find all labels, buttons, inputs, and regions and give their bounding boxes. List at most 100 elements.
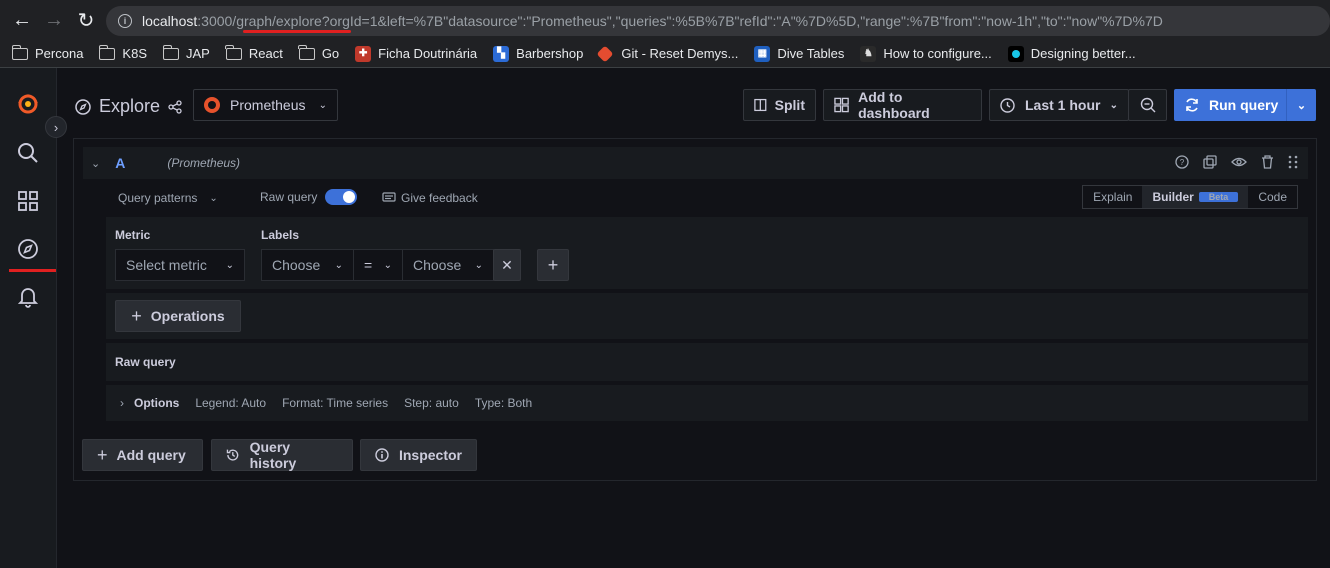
options-row[interactable]: › Options Legend: Auto Format: Time seri… bbox=[106, 385, 1308, 421]
share-icon[interactable] bbox=[168, 99, 182, 114]
back-arrow-icon[interactable]: ← bbox=[8, 6, 36, 34]
bookmark-label: React bbox=[248, 46, 283, 61]
add-label-button[interactable]: + bbox=[537, 249, 569, 281]
page-title-text: Explore bbox=[99, 96, 161, 116]
expand-menu-button[interactable]: › bbox=[45, 116, 67, 138]
browser-toolbar: ← → ↻ i localhost:3000/graph/explore ?org… bbox=[0, 0, 1330, 40]
collapse-chevron-icon[interactable]: ⌄ bbox=[91, 157, 100, 170]
raw-query-switch[interactable]: Raw query bbox=[260, 189, 358, 205]
chevron-down-icon[interactable]: ⌄ bbox=[1287, 89, 1316, 121]
url-path: graph/explore bbox=[236, 13, 322, 29]
prometheus-icon bbox=[204, 97, 220, 113]
time-range-label: Last 1 hour bbox=[1025, 97, 1101, 113]
add-query-button[interactable]: + Add query bbox=[82, 439, 203, 471]
dashboard-add-icon bbox=[834, 97, 849, 113]
plus-icon: + bbox=[131, 305, 142, 326]
give-feedback-link[interactable]: Give feedback bbox=[382, 191, 478, 205]
query-history-button[interactable]: Query history bbox=[211, 439, 353, 471]
bookmark-go[interactable]: Go bbox=[298, 44, 340, 61]
zoom-out-button[interactable] bbox=[1128, 89, 1167, 121]
dashboards-icon[interactable] bbox=[16, 189, 40, 213]
comment-icon bbox=[382, 192, 396, 202]
search-icon[interactable] bbox=[16, 141, 40, 165]
drag-handle-icon[interactable] bbox=[1288, 155, 1298, 169]
label-operator-select[interactable]: = ⌄ bbox=[353, 249, 403, 281]
editor-mode-switch: Explain Builder Beta Code bbox=[1082, 185, 1298, 209]
plus-icon: + bbox=[547, 254, 559, 275]
bookmark-jap[interactable]: JAP bbox=[162, 44, 210, 61]
annotation-underline-sidebar bbox=[9, 269, 56, 272]
folder-icon bbox=[98, 44, 116, 60]
bookmark-barbershop[interactable]: ▚ Barbershop bbox=[493, 45, 584, 62]
add-to-dashboard-button[interactable]: Add to dashboard bbox=[823, 89, 982, 121]
bookmark-label: K8S bbox=[122, 46, 147, 61]
query-patterns-button[interactable]: Query patterns ⌄ bbox=[118, 191, 218, 205]
chevron-right-icon: › bbox=[120, 396, 124, 410]
mode-builder[interactable]: Builder Beta bbox=[1142, 186, 1249, 208]
bookmark-designing[interactable]: Designing better... bbox=[1007, 45, 1136, 62]
bookmark-label: Go bbox=[321, 46, 340, 61]
mode-explain[interactable]: Explain bbox=[1083, 190, 1142, 204]
label-key-placeholder: Choose bbox=[272, 257, 321, 273]
label-key-select[interactable]: Choose ⌄ bbox=[261, 249, 354, 281]
run-query-label: Run query bbox=[1209, 97, 1279, 113]
bookmark-label: Dive Tables bbox=[777, 46, 845, 61]
folder-icon bbox=[298, 44, 315, 60]
options-title: Options bbox=[134, 396, 180, 410]
query-ref-id[interactable]: A bbox=[115, 155, 125, 171]
plus-icon: + bbox=[97, 444, 108, 465]
dive-favicon: ▦ bbox=[754, 45, 771, 62]
explore-compass-icon[interactable] bbox=[16, 237, 40, 261]
side-menu bbox=[0, 68, 57, 568]
trash-icon[interactable] bbox=[1261, 155, 1274, 169]
chevron-down-icon: ⌄ bbox=[318, 99, 327, 111]
bookmark-label: Git - Reset Demys... bbox=[621, 46, 739, 61]
bookmark-ficha[interactable]: ✚ Ficha Doutrinária bbox=[355, 45, 477, 62]
help-icon[interactable]: ? bbox=[1175, 155, 1189, 169]
split-icon bbox=[754, 98, 767, 112]
bell-icon[interactable] bbox=[16, 285, 40, 309]
label-value-select[interactable]: Choose ⌄ bbox=[402, 249, 494, 281]
forward-arrow-icon[interactable]: → bbox=[40, 6, 68, 34]
grafana-logo-icon[interactable] bbox=[16, 92, 40, 116]
chevron-down-icon: ⌄ bbox=[225, 259, 234, 271]
annotation-underline bbox=[243, 30, 351, 33]
metric-select[interactable]: Select metric ⌄ bbox=[115, 249, 245, 281]
chevron-down-icon: ⌄ bbox=[383, 259, 392, 271]
mode-builder-label: Builder bbox=[1152, 190, 1194, 204]
inspector-label: Inspector bbox=[398, 447, 462, 463]
site-info-icon[interactable]: i bbox=[118, 14, 132, 28]
remove-label-button[interactable]: ✕ bbox=[493, 249, 521, 281]
chevron-right-icon: › bbox=[53, 119, 59, 135]
url-port: :3000/ bbox=[197, 13, 237, 29]
run-query-button[interactable]: Run query ⌄ bbox=[1174, 89, 1316, 121]
ficha-favicon: ✚ bbox=[355, 45, 372, 62]
metric-placeholder: Select metric bbox=[126, 257, 207, 273]
bookmark-k8s[interactable]: K8S bbox=[98, 44, 147, 61]
history-icon bbox=[226, 449, 239, 461]
bookmark-git[interactable]: Git - Reset Demys... bbox=[596, 45, 739, 62]
svg-text:?: ? bbox=[1180, 158, 1185, 167]
datasource-picker[interactable]: Prometheus ⌄ bbox=[193, 89, 338, 121]
bookmark-label: Designing better... bbox=[1030, 46, 1136, 61]
split-button[interactable]: Split bbox=[743, 89, 816, 121]
operations-label: Operations bbox=[150, 308, 225, 324]
mode-code[interactable]: Code bbox=[1248, 190, 1297, 204]
reload-icon[interactable]: ↻ bbox=[72, 6, 100, 34]
give-feedback-label: Give feedback bbox=[401, 191, 478, 205]
bookmark-how-to[interactable]: ♞ How to configure... bbox=[860, 45, 992, 62]
operations-button[interactable]: + Operations bbox=[115, 300, 241, 332]
folder-icon bbox=[11, 44, 28, 60]
operations-section: + Operations bbox=[106, 293, 1308, 339]
eye-icon[interactable] bbox=[1231, 155, 1247, 169]
inspector-button[interactable]: Inspector bbox=[360, 439, 477, 471]
duplicate-icon[interactable] bbox=[1203, 155, 1217, 169]
folder-icon bbox=[225, 44, 242, 60]
bookmark-label: Barbershop bbox=[516, 46, 584, 61]
bookmark-percona[interactable]: Percona bbox=[11, 44, 83, 61]
bookmark-dive-tables[interactable]: ▦ Dive Tables bbox=[754, 45, 845, 62]
clock-icon bbox=[1000, 97, 1015, 113]
time-range-picker[interactable]: Last 1 hour ⌄ bbox=[989, 89, 1129, 121]
raw-query-toggle[interactable] bbox=[325, 189, 358, 205]
bookmark-react[interactable]: React bbox=[225, 44, 283, 61]
